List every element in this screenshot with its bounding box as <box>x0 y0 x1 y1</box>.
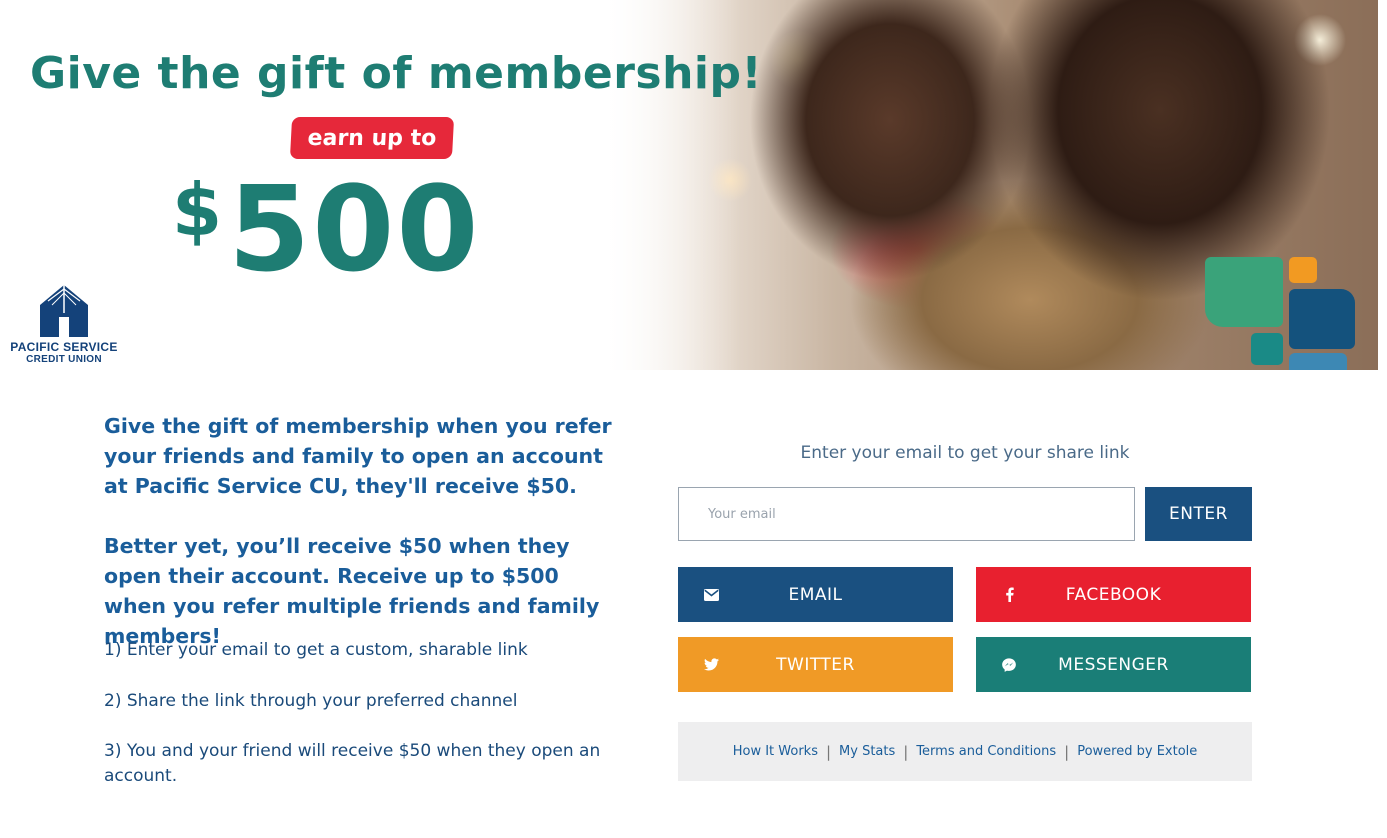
terms-link[interactable]: Terms and Conditions <box>916 744 1056 759</box>
enter-button[interactable]: ENTER <box>1145 487 1252 541</box>
my-stats-link[interactable]: My Stats <box>839 744 895 759</box>
step-1: 1) Enter your email to get a custom, sha… <box>104 640 528 660</box>
messenger-icon <box>1001 657 1017 673</box>
logo-subname: CREDIT UNION <box>26 354 102 365</box>
decorative-tiles <box>1205 257 1355 370</box>
share-facebook-label: FACEBOOK <box>1065 584 1162 605</box>
pacific-service-logo: PACIFIC SERVICE CREDIT UNION <box>10 283 118 365</box>
step-2: 2) Share the link through your preferred… <box>104 691 518 711</box>
intro-paragraph-1: Give the gift of membership when you ref… <box>104 414 612 498</box>
earn-up-to-badge: earn up to <box>289 117 455 159</box>
share-facebook-button[interactable]: FACEBOOK <box>976 567 1251 622</box>
earn-up-to-text: earn up to <box>307 125 437 151</box>
share-twitter-label: TWITTER <box>776 654 855 675</box>
how-it-works-link[interactable]: How It Works <box>733 744 818 759</box>
intro-paragraph-2: Better yet, you’ll receive $50 when they… <box>104 534 600 648</box>
hero-title: Give the gift of membership! <box>30 48 763 99</box>
link-separator: | <box>903 742 909 761</box>
share-prompt: Enter your email to get your share link <box>800 443 1130 463</box>
dollar-sign: $ <box>172 168 223 252</box>
facebook-icon <box>1001 587 1017 603</box>
envelope-icon <box>703 587 719 603</box>
logo-name: PACIFIC SERVICE <box>10 340 118 354</box>
email-input[interactable] <box>678 487 1135 541</box>
footer-links: How It Works | My Stats | Terms and Cond… <box>678 722 1252 781</box>
reward-amount: $ 500 <box>172 170 480 300</box>
share-email-label: EMAIL <box>788 584 843 605</box>
share-messenger-button[interactable]: MESSENGER <box>976 637 1251 692</box>
twitter-icon <box>703 657 719 673</box>
link-separator: | <box>1064 742 1070 761</box>
step-3: 3) You and your friend will receive $50 … <box>104 741 601 786</box>
logo-mark-icon <box>40 285 88 337</box>
hero-banner: Give the gift of membership! earn up to … <box>0 0 1378 370</box>
share-email-button[interactable]: EMAIL <box>678 567 953 622</box>
link-separator: | <box>825 742 832 761</box>
amount-number: 500 <box>228 160 481 298</box>
powered-by-link[interactable]: Powered by Extole <box>1077 744 1197 759</box>
share-twitter-button[interactable]: TWITTER <box>678 637 953 692</box>
share-messenger-label: MESSENGER <box>1058 654 1169 675</box>
